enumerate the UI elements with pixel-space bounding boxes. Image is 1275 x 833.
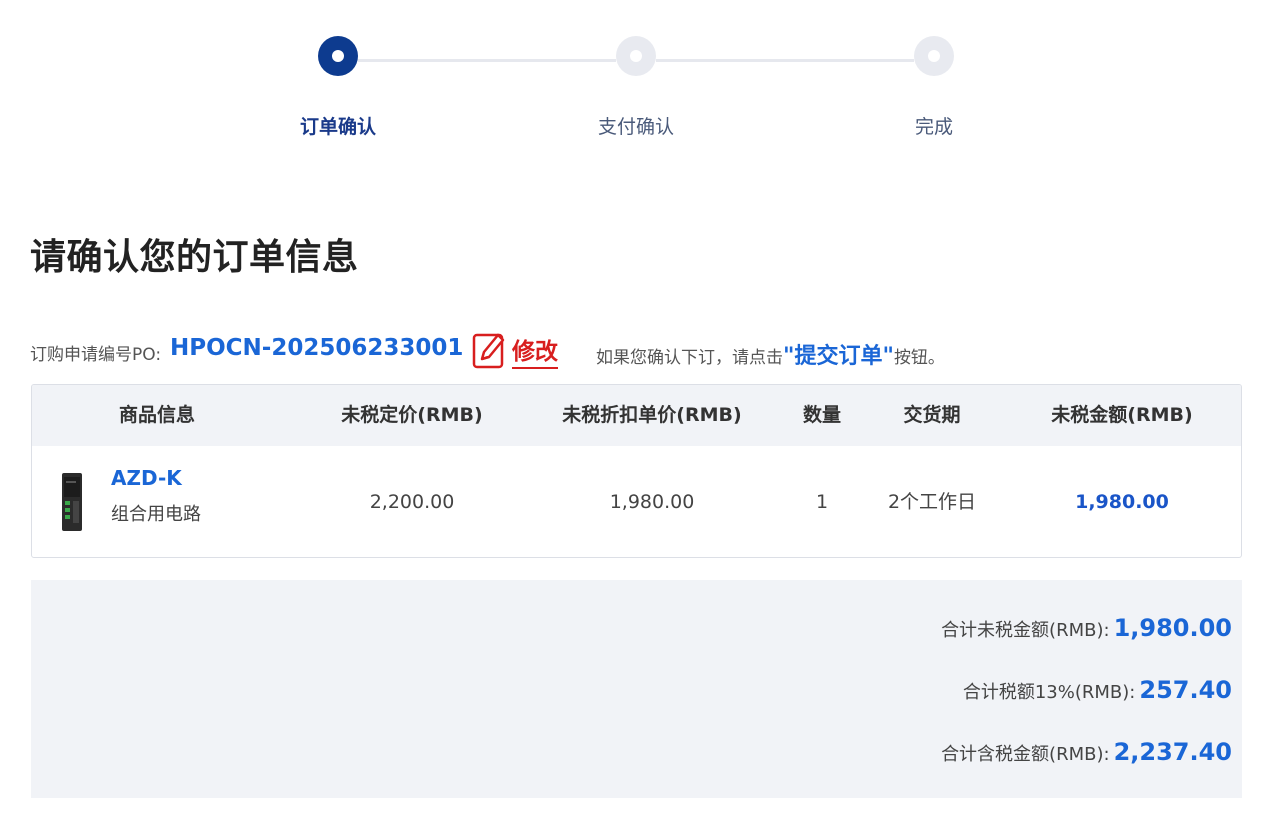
header-product-info: 商品信息 <box>118 404 195 426</box>
po-label: 订购申请编号PO: <box>30 345 162 365</box>
step-connector <box>656 59 914 62</box>
step-2-label: 支付确认 <box>597 116 674 138</box>
subtotal-value: 1,980.00 <box>1113 614 1232 642</box>
product-name-link[interactable]: AZD-K <box>111 466 182 490</box>
summary-tax: 合计税额13%(RMB): 257.40 <box>963 676 1232 704</box>
product-description: 组合用电路 <box>111 504 201 525</box>
step-1-indicator <box>318 36 358 76</box>
cell-unit-price: 1,980.00 <box>609 491 695 513</box>
step-dot-center <box>630 50 642 62</box>
edit-icon <box>472 333 505 369</box>
step-3-indicator <box>914 36 954 76</box>
order-stepper: 订单确认 支付确认 完成 <box>0 0 1275 160</box>
header-list-price: 未税定价(RMB) <box>341 404 483 426</box>
step-dot-center <box>332 50 344 62</box>
cell-list-price: 2,200.00 <box>369 491 455 513</box>
step-2-indicator <box>616 36 656 76</box>
step-connector <box>358 59 616 62</box>
cell-delivery: 2个工作日 <box>887 491 977 513</box>
summary-subtotal: 合计未税金额(RMB): 1,980.00 <box>941 614 1232 642</box>
step-3-label: 完成 <box>914 116 953 138</box>
order-table: 商品信息 未税定价(RMB) 未税折扣单价(RMB) 数量 交货期 未税金额(R… <box>31 384 1242 558</box>
submit-hint: 如果您确认下订，请点击"提交订单"按钮。 <box>596 338 945 370</box>
step-dot-center <box>928 50 940 62</box>
po-info-bar: 订购申请编号PO: HPOCN-202506233001 修改 如果您确认下订，… <box>30 328 1240 374</box>
summary-total: 合计含税金额(RMB): 2,237.40 <box>941 738 1232 766</box>
header-quantity: 数量 <box>802 404 841 426</box>
hint-suffix: 按钮。 <box>893 348 945 368</box>
order-summary: 合计未税金额(RMB): 1,980.00 合计税额13%(RMB): 257.… <box>31 580 1242 798</box>
header-delivery: 交货期 <box>903 404 961 426</box>
edit-button[interactable]: 修改 <box>472 328 558 372</box>
tax-value: 257.40 <box>1139 676 1232 704</box>
product-image <box>62 473 82 531</box>
cell-amount: 1,980.00 <box>1075 491 1169 513</box>
total-label: 合计含税金额(RMB): <box>941 744 1110 765</box>
hint-submit-order: "提交订单" <box>783 344 894 369</box>
cell-quantity: 1 <box>815 491 829 513</box>
table-header: 商品信息 未税定价(RMB) 未税折扣单价(RMB) 数量 交货期 未税金额(R… <box>32 385 1241 446</box>
page-title: 请确认您的订单信息 <box>30 237 359 278</box>
hint-prefix: 如果您确认下订，请点击 <box>596 348 783 368</box>
total-value: 2,237.40 <box>1113 738 1232 766</box>
edit-label: 修改 <box>512 332 558 369</box>
table-row: AZD-K 组合用电路 2,200.00 1,980.00 1 2个工作日 1,… <box>32 446 1241 557</box>
tax-label: 合计税额13%(RMB): <box>962 682 1136 703</box>
step-1-label: 订单确认 <box>299 116 376 138</box>
po-number: HPOCN-202506233001 <box>170 335 464 361</box>
subtotal-label: 合计未税金额(RMB): <box>941 620 1110 641</box>
header-unit-price: 未税折扣单价(RMB) <box>562 404 742 426</box>
header-amount: 未税金额(RMB) <box>1051 404 1193 426</box>
